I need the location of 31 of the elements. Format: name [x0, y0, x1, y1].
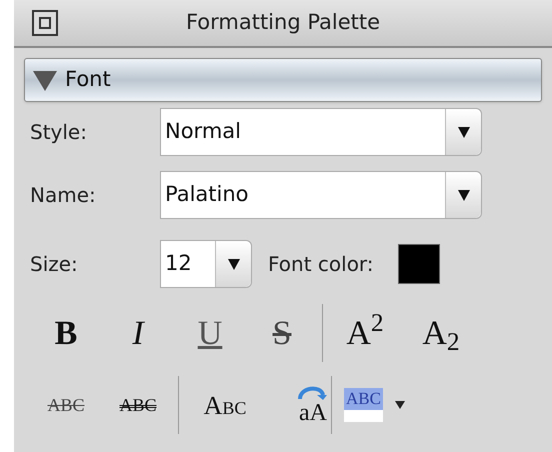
italic-button[interactable]: I	[102, 308, 174, 358]
section-header[interactable]: Font	[24, 58, 542, 102]
caret-icon	[228, 257, 240, 271]
caret-icon	[394, 401, 405, 409]
small-caps-button[interactable]: Abc	[183, 386, 267, 424]
strikethrough-button[interactable]: S	[246, 308, 318, 358]
dropdown-button[interactable]	[445, 172, 481, 218]
arrow-icon	[297, 385, 327, 401]
bold-button[interactable]: B	[30, 308, 102, 358]
window-button-icon	[32, 10, 58, 36]
change-case-button[interactable]: aA	[267, 385, 327, 425]
window-title: Formatting Palette	[186, 9, 380, 36]
field-label: Name:	[30, 182, 97, 209]
caret-icon	[458, 125, 470, 139]
disclosure-triangle-icon	[33, 69, 57, 91]
double-strikethrough-button[interactable]: ABC	[102, 392, 174, 418]
font-color-swatch[interactable]	[398, 244, 440, 284]
dropdown-field[interactable]: Normal	[160, 108, 482, 156]
caret-icon	[458, 188, 470, 202]
text-style-button[interactable]: A$^{2}$	[327, 308, 403, 358]
text-style-button[interactable]: A$_{2}$	[403, 308, 479, 358]
dropdown-field[interactable]: Palatino	[160, 171, 482, 219]
strikethrough-button[interactable]: ABC	[30, 392, 102, 418]
size-dropdown[interactable]: 12	[160, 240, 252, 288]
font-color-label: Font color:	[268, 251, 374, 278]
highlight-button[interactable]: ABC	[344, 388, 405, 422]
field-label: Style:	[30, 119, 88, 146]
dropdown-button[interactable]	[445, 109, 481, 155]
underline-button[interactable]: U	[174, 308, 246, 358]
field-label: Size:	[30, 251, 79, 278]
dropdown-button[interactable]	[215, 241, 251, 287]
